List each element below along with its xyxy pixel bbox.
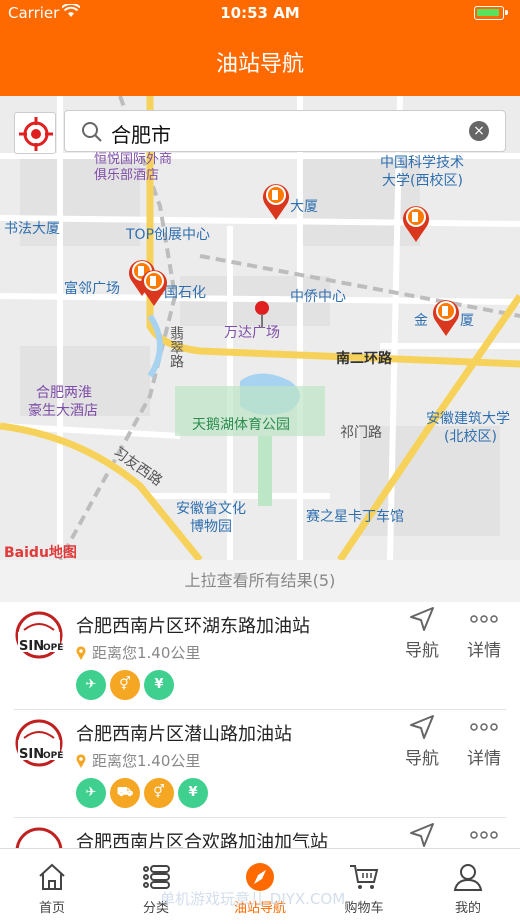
car-service-icon: ⛟ — [110, 778, 140, 808]
poi-zhongqiao: 中侨中心 — [290, 289, 346, 305]
detail-button[interactable]: 详情 — [454, 606, 514, 661]
station-distance: 距离您1.40公里 — [76, 642, 200, 663]
station-distance: 距离您1.40公里 — [76, 750, 200, 771]
gas-station-pin[interactable] — [260, 180, 292, 220]
tab-mine[interactable]: 我的 — [416, 849, 520, 924]
pay-icon: ¥ — [144, 670, 174, 700]
station-card[interactable]: SINOPEC 合肥西南片区环湖东路加油站 距离您1.40公里 ✈⚥¥ 导航 详… — [0, 602, 520, 710]
user-icon — [452, 861, 484, 893]
current-location-pin-icon — [252, 300, 272, 330]
poi-saizhixing: 赛之星卡丁车馆 — [306, 509, 404, 525]
gas-station-pin[interactable] — [400, 202, 432, 242]
poi-tiane-park: 天鹅湖体育公园 — [192, 417, 290, 433]
clear-icon[interactable]: × — [469, 121, 489, 141]
baidu-map-logo: Baidu地图 — [4, 545, 77, 560]
detail-label: 详情 — [467, 641, 501, 661]
battery-icon — [474, 6, 508, 20]
station-name: 合肥西南片区合欢路加油加气站 — [76, 832, 328, 848]
poi-jinyu-2: 厦 — [460, 313, 474, 329]
poi-hengyue-line2: 俱乐部酒店 — [94, 168, 160, 183]
poi-ustc-2: 大学(西校区) — [382, 173, 463, 189]
sinopec-logo-icon: SINOPEC — [14, 610, 70, 668]
tab-station-nav[interactable]: 油站导航 — [208, 849, 312, 924]
location-pin-icon — [76, 754, 86, 768]
station-distance-text: 距离您1.40公里 — [92, 644, 201, 662]
wash-icon: ✈ — [76, 778, 106, 808]
wash-icon: ✈ — [76, 670, 106, 700]
tab-cart[interactable]: 购物车 — [312, 849, 416, 924]
road-ximen: 祁门路 — [340, 425, 382, 441]
page-title: 油站导航 — [215, 52, 304, 77]
svg-text:SIN: SIN — [19, 639, 44, 654]
location-pin-icon — [76, 646, 86, 660]
sinopec-logo-icon — [14, 826, 64, 848]
search-input[interactable]: 合肥市 × — [64, 110, 506, 152]
tab-home[interactable]: 首页 — [0, 849, 104, 924]
watermark: 单机游戏玩意儿 DJYX.COM — [160, 890, 346, 908]
station-name: 合肥西南片区潜山路加油站 — [76, 724, 292, 745]
poi-museum-2: 博物园 — [190, 519, 232, 535]
detail-button[interactable] — [454, 822, 514, 848]
station-name: 合肥西南片区环湖东路加油站 — [76, 616, 310, 637]
poi-museum-1: 安徽省文化 — [176, 501, 246, 517]
poi-top: TOP创展中心 — [126, 227, 211, 243]
locate-button[interactable] — [14, 112, 56, 154]
station-tags: ✈ ⚥ ¥ — [76, 670, 178, 700]
tab-category[interactable]: 分类 — [104, 849, 208, 924]
tab-label: 我的 — [454, 901, 481, 916]
detail-label: 详情 — [467, 749, 501, 769]
search-icon — [81, 121, 103, 147]
poi-shufa: 书法大厦 — [4, 221, 60, 237]
navigate-arrow-icon — [392, 822, 452, 848]
navigate-arrow-icon — [392, 714, 452, 742]
cart-icon — [348, 861, 380, 893]
svg-text:OPEC: OPEC — [43, 751, 64, 761]
navigate-label: 导航 — [405, 749, 439, 769]
tab-label: 首页 — [38, 901, 65, 916]
poi-dasha: 大厦 — [290, 199, 318, 215]
poi-anhui-jz-1: 安徽建筑大学 — [426, 411, 510, 427]
clock: 10:53 AM — [220, 4, 300, 22]
toilet-icon: ⚥ — [110, 670, 140, 700]
nav-bar: 油站导航 — [0, 28, 520, 96]
gas-station-pin[interactable] — [138, 266, 170, 306]
more-dots-icon — [454, 714, 514, 742]
detail-button[interactable]: 详情 — [454, 714, 514, 769]
poi-hefei-liang-1: 合肥两淮 — [36, 385, 92, 401]
poi-ustc-1: 中国科学技术 — [380, 155, 464, 171]
road-nanerhuan: 南二环路 — [336, 351, 392, 367]
gas-station-pin[interactable] — [430, 296, 462, 336]
pay-icon: ¥ — [178, 778, 208, 808]
station-card[interactable]: 合肥西南片区合欢路加油加气站 — [0, 818, 520, 848]
toilet-icon: ⚥ — [144, 778, 174, 808]
navigate-label: 导航 — [405, 641, 439, 661]
station-tags: ✈ ⛟ ⚥ ¥ — [76, 778, 212, 808]
crosshair-icon — [19, 117, 53, 151]
svg-text:OPEC: OPEC — [43, 643, 64, 653]
pull-up-hint[interactable]: 上拉查看所有结果(5) — [0, 560, 520, 602]
poi-fuyu: 富邻广场 — [64, 281, 120, 297]
road-cuiwei: 翡翠路 — [168, 326, 184, 368]
tab-bar: 首页 分类 油站导航 购物车 我的 — [0, 848, 520, 924]
station-distance-text: 距离您1.40公里 — [92, 752, 201, 770]
more-dots-icon — [454, 822, 514, 848]
svg-text:SIN: SIN — [19, 747, 44, 762]
search-value: 合肥市 — [111, 123, 171, 147]
more-dots-icon — [454, 606, 514, 634]
navigate-button[interactable]: 导航 — [392, 714, 452, 769]
navigate-button[interactable]: 导航 — [392, 606, 452, 661]
sinopec-logo-icon: SINOPEC — [14, 718, 70, 776]
poi-anhui-jz-2: (北校区) — [444, 429, 497, 445]
station-card[interactable]: SINOPEC 合肥西南片区潜山路加油站 距离您1.40公里 ✈⛟⚥¥ 导航 详… — [0, 710, 520, 818]
poi-hefei-liang-2: 豪生大酒店 — [28, 403, 98, 419]
navigate-button[interactable] — [392, 822, 452, 848]
poi-jinyu-1: 金 — [414, 313, 428, 329]
navigate-arrow-icon — [392, 606, 452, 634]
map-view[interactable]: 恒悦国际外商 俱乐部酒店 书法大厦 TOP创展中心 富邻广场 中国石化 中侨中心… — [0, 96, 520, 560]
home-icon — [36, 861, 68, 893]
status-bar: Carrier 10:53 AM — [0, 0, 520, 28]
